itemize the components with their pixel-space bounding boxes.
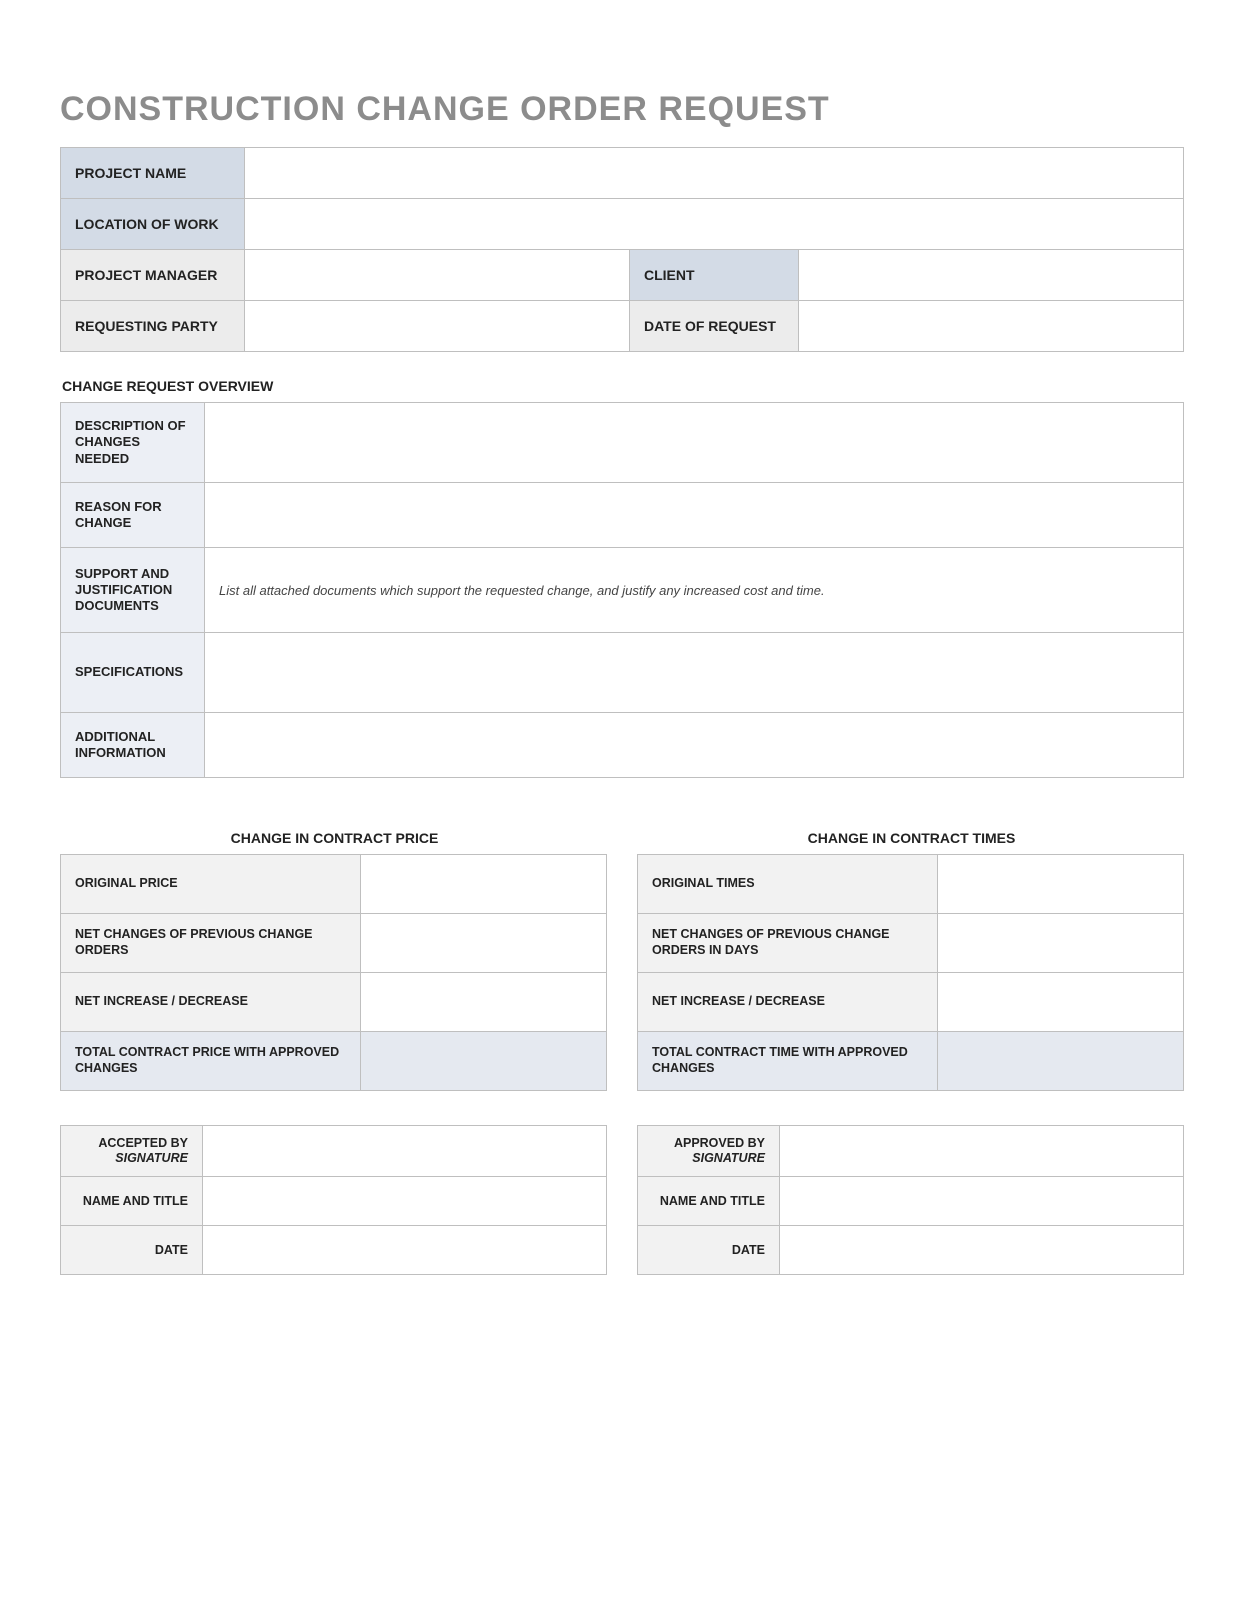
price-net-inc-field[interactable] [361,973,607,1032]
project-info-table: PROJECT NAME LOCATION OF WORK PROJECT MA… [60,147,1184,352]
client-field[interactable] [799,250,1184,301]
accepted-name-field[interactable] [202,1177,606,1226]
overview-heading: CHANGE REQUEST OVERVIEW [62,378,1184,394]
client-label: CLIENT [630,250,799,301]
accepted-signature-sub: SIGNATURE [115,1151,188,1165]
support-docs-label: SUPPORT AND JUSTIFICATION DOCUMENTS [61,548,205,633]
project-name-label: PROJECT NAME [61,148,245,199]
accepted-by-label: ACCEPTED BY SIGNATURE [61,1126,203,1177]
project-manager-label: PROJECT MANAGER [61,250,245,301]
price-heading: CHANGE IN CONTRACT PRICE [62,830,607,846]
overview-table: DESCRIPTION OF CHANGES NEEDED REASON FOR… [60,402,1184,778]
times-net-inc-field[interactable] [938,973,1184,1032]
approved-by-table: APPROVED BY SIGNATURE NAME AND TITLE DAT… [637,1125,1184,1275]
original-price-field[interactable] [361,855,607,914]
original-times-field[interactable] [938,855,1184,914]
description-label: DESCRIPTION OF CHANGES NEEDED [61,403,205,483]
reason-field[interactable] [205,483,1184,548]
accepted-by-text: ACCEPTED BY [98,1136,188,1150]
accepted-date-field[interactable] [202,1226,606,1275]
approved-by-text: APPROVED BY [674,1136,765,1150]
accepted-name-label: NAME AND TITLE [61,1177,203,1226]
project-name-field[interactable] [245,148,1184,199]
location-field[interactable] [245,199,1184,250]
original-times-label: ORIGINAL TIMES [638,855,938,914]
approved-name-field[interactable] [779,1177,1183,1226]
requesting-party-field[interactable] [245,301,630,352]
approved-by-field[interactable] [779,1126,1183,1177]
price-total-label: TOTAL CONTRACT PRICE WITH APPROVED CHANG… [61,1032,361,1091]
approved-by-label: APPROVED BY SIGNATURE [638,1126,780,1177]
additional-info-field[interactable] [205,713,1184,778]
specifications-label: SPECIFICATIONS [61,633,205,713]
price-total-field[interactable] [361,1032,607,1091]
additional-info-label: ADDITIONAL INFORMATION [61,713,205,778]
times-total-label: TOTAL CONTRACT TIME WITH APPROVED CHANGE… [638,1032,938,1091]
approved-date-label: DATE [638,1226,780,1275]
times-net-inc-label: NET INCREASE / DECREASE [638,973,938,1032]
price-net-inc-label: NET INCREASE / DECREASE [61,973,361,1032]
specifications-field[interactable] [205,633,1184,713]
original-price-label: ORIGINAL PRICE [61,855,361,914]
price-net-prev-label: NET CHANGES OF PREVIOUS CHANGE ORDERS [61,914,361,973]
date-of-request-label: DATE OF REQUEST [630,301,799,352]
accepted-by-table: ACCEPTED BY SIGNATURE NAME AND TITLE DAT… [60,1125,607,1275]
times-net-prev-label: NET CHANGES OF PREVIOUS CHANGE ORDERS IN… [638,914,938,973]
support-docs-field[interactable]: List all attached documents which suppor… [205,548,1184,633]
date-of-request-field[interactable] [799,301,1184,352]
times-total-field[interactable] [938,1032,1184,1091]
contract-price-table: ORIGINAL PRICE NET CHANGES OF PREVIOUS C… [60,854,607,1091]
accepted-date-label: DATE [61,1226,203,1275]
times-heading: CHANGE IN CONTRACT TIMES [639,830,1184,846]
times-net-prev-field[interactable] [938,914,1184,973]
approved-name-label: NAME AND TITLE [638,1177,780,1226]
location-label: LOCATION OF WORK [61,199,245,250]
requesting-party-label: REQUESTING PARTY [61,301,245,352]
document-page: CONSTRUCTION CHANGE ORDER REQUEST PROJEC… [0,0,1244,1602]
reason-label: REASON FOR CHANGE [61,483,205,548]
approved-date-field[interactable] [779,1226,1183,1275]
project-manager-field[interactable] [245,250,630,301]
approved-signature-sub: SIGNATURE [692,1151,765,1165]
price-net-prev-field[interactable] [361,914,607,973]
description-field[interactable] [205,403,1184,483]
page-title: CONSTRUCTION CHANGE ORDER REQUEST [60,90,1184,129]
contract-times-table: ORIGINAL TIMES NET CHANGES OF PREVIOUS C… [637,854,1184,1091]
accepted-by-field[interactable] [202,1126,606,1177]
